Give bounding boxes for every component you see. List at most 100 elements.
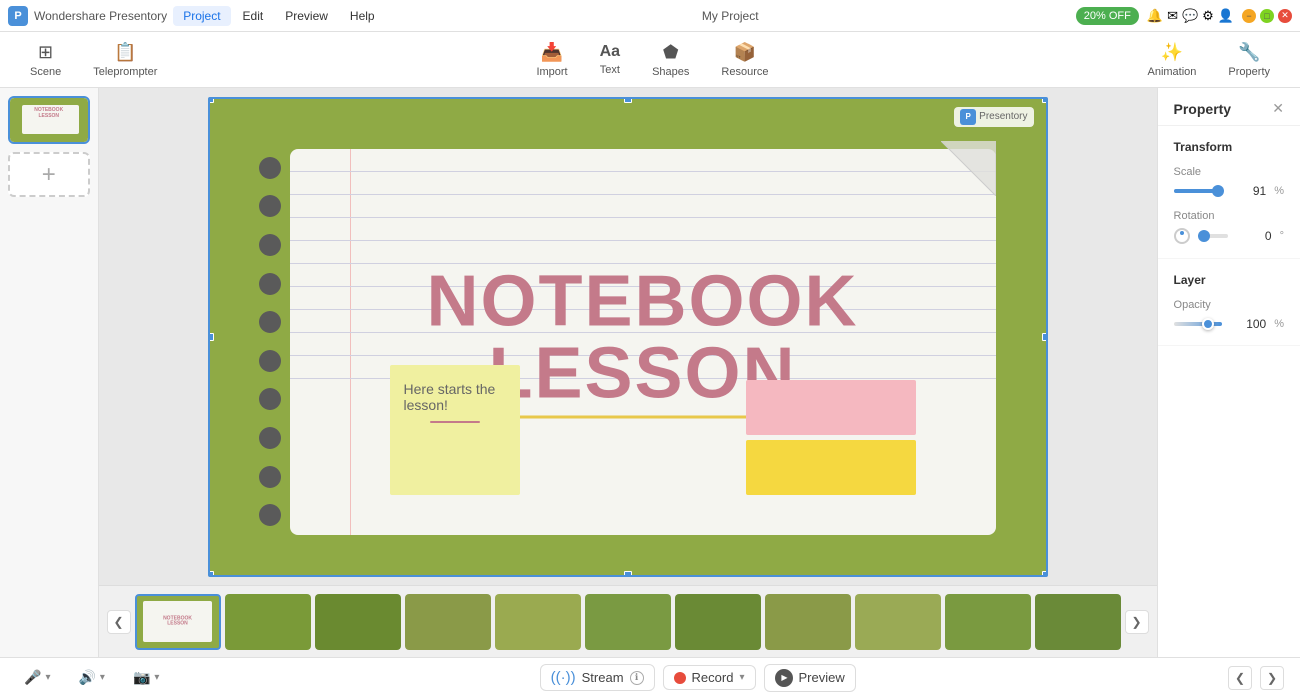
shapes-label: Shapes: [652, 66, 689, 78]
rotation-thumb[interactable]: [1198, 230, 1210, 242]
stream-button[interactable]: ((·)) Stream ℹ: [540, 664, 655, 691]
handle-bot-mid[interactable]: [624, 571, 632, 577]
spiral-hole: [259, 427, 281, 449]
canvas-wrapper[interactable]: NOTEBOOK LESSON Here starts the lesson!: [99, 88, 1157, 585]
add-icon: +: [42, 161, 56, 189]
window-controls: − □ ✕: [1242, 9, 1292, 23]
scale-track[interactable]: [1174, 189, 1223, 193]
mic-button[interactable]: 🎤 ▾: [16, 665, 58, 690]
rotation-track[interactable]: [1198, 234, 1228, 238]
toolbar-property[interactable]: 🔧 Property: [1214, 36, 1284, 84]
handle-top-right[interactable]: [1042, 97, 1048, 103]
promo-badge: 20% OFF: [1076, 7, 1139, 25]
spiral-hole: [259, 350, 281, 372]
spiral-hole: [259, 273, 281, 295]
record-button[interactable]: Record ▾: [663, 665, 756, 690]
filmstrip-thumb-7[interactable]: [675, 594, 761, 650]
rotation-label: Rotation: [1174, 210, 1284, 222]
preview-button[interactable]: Preview: [764, 664, 856, 692]
scale-thumb[interactable]: [1212, 185, 1224, 197]
close-button[interactable]: ✕: [1278, 9, 1292, 23]
toolbar-text[interactable]: Aa Text: [586, 37, 634, 82]
opacity-thumb[interactable]: [1202, 318, 1214, 330]
filmstrip-thumb-9[interactable]: [855, 594, 941, 650]
menu-preview[interactable]: Preview: [275, 6, 338, 26]
stream-info-icon[interactable]: ℹ: [630, 671, 644, 685]
slide-panel: 1 NOTEBOOKLESSON +: [0, 88, 99, 657]
settings-icon[interactable]: ⚙: [1202, 8, 1214, 24]
opacity-track[interactable]: [1174, 322, 1223, 326]
spiral-hole: [259, 466, 281, 488]
notebook-paper: NOTEBOOK LESSON Here starts the lesson!: [290, 149, 996, 535]
panel-header: Property ✕: [1158, 88, 1300, 126]
title-bar-left: P Wondershare Presentory Project Edit Pr…: [8, 6, 385, 26]
filmstrip-thumb-1[interactable]: NOTEBOOKLESSON: [135, 594, 221, 650]
menu-project[interactable]: Project: [173, 6, 230, 26]
handle-bot-left[interactable]: [208, 571, 214, 577]
handle-top-left[interactable]: [208, 97, 214, 103]
handle-top-mid[interactable]: [624, 97, 632, 103]
filmstrip-thumb-10[interactable]: [945, 594, 1031, 650]
add-slide-button[interactable]: +: [8, 152, 90, 198]
handle-bot-right[interactable]: [1042, 571, 1048, 577]
property-icon: 🔧: [1238, 42, 1260, 63]
slide-preview-1: 1 NOTEBOOKLESSON: [10, 98, 88, 142]
nav-prev-button[interactable]: ❮: [1228, 666, 1252, 690]
filmstrip-thumb-11[interactable]: [1035, 594, 1121, 650]
main-canvas[interactable]: NOTEBOOK LESSON Here starts the lesson!: [208, 97, 1048, 577]
opacity-value[interactable]: [1230, 317, 1266, 331]
handle-mid-right[interactable]: [1042, 333, 1048, 341]
stream-label: Stream: [582, 670, 624, 685]
speaker-button[interactable]: 🔊 ▾: [70, 665, 112, 690]
toolbar-animation[interactable]: ✨ Animation: [1134, 36, 1211, 84]
spiral-holes: [250, 149, 290, 535]
toolbar-scene[interactable]: ⊞ Scene: [16, 36, 75, 84]
text-icon: Aa: [600, 43, 620, 61]
account-icon[interactable]: 👤: [1218, 8, 1234, 24]
toolbar-import[interactable]: 📥 Import: [522, 36, 581, 84]
camera-icon: 📷: [133, 669, 150, 686]
handle-mid-left[interactable]: [208, 333, 214, 341]
filmstrip-next[interactable]: ❯: [1125, 610, 1149, 634]
record-label: Record: [692, 670, 734, 685]
menu-edit[interactable]: Edit: [233, 6, 274, 26]
slide-thumb-1[interactable]: 1 NOTEBOOKLESSON: [8, 96, 90, 144]
minimize-button[interactable]: −: [1242, 9, 1256, 23]
app-name: Wondershare Presentory: [34, 9, 167, 23]
toolbar-shapes[interactable]: ⬟ Shapes: [638, 36, 703, 84]
notifications-icon[interactable]: 🔔: [1147, 8, 1163, 24]
rotation-dial[interactable]: [1174, 228, 1190, 244]
sticky-text: Here starts the lesson!: [404, 381, 496, 413]
mic-chevron: ▾: [45, 672, 50, 683]
filmstrip-thumb-8[interactable]: [765, 594, 851, 650]
filmstrip-thumb-2[interactable]: [225, 594, 311, 650]
animation-icon: ✨: [1161, 42, 1183, 63]
filmstrip-thumb-4[interactable]: [405, 594, 491, 650]
camera-button[interactable]: 📷 ▾: [125, 665, 167, 690]
panel-close-button[interactable]: ✕: [1272, 100, 1284, 117]
chat-icon[interactable]: 💬: [1182, 8, 1198, 24]
scale-value[interactable]: [1230, 184, 1266, 198]
toolbar-resource[interactable]: 📦 Resource: [707, 36, 782, 84]
menu-help[interactable]: Help: [340, 6, 385, 26]
teleprompter-label: Teleprompter: [93, 66, 157, 78]
resource-label: Resource: [721, 66, 768, 78]
opacity-label: Opacity: [1174, 299, 1284, 311]
toolbar-center: 📥 Import Aa Text ⬟ Shapes 📦 Resource: [522, 36, 782, 84]
filmstrip-thumb-6[interactable]: [585, 594, 671, 650]
sticky-note-pink: [746, 380, 916, 435]
property-label: Property: [1228, 66, 1270, 78]
spiral-hole: [259, 504, 281, 526]
rotation-indicator: [1180, 231, 1184, 235]
speaker-chevron: ▾: [100, 672, 105, 683]
maximize-button[interactable]: □: [1260, 9, 1274, 23]
toolbar-teleprompter[interactable]: 📋 Teleprompter: [79, 36, 171, 84]
record-dot-icon: [674, 672, 686, 684]
rotation-value[interactable]: [1236, 229, 1272, 243]
messages-icon[interactable]: ✉: [1167, 8, 1178, 24]
filmstrip-prev[interactable]: ❮: [107, 610, 131, 634]
filmstrip-thumb-3[interactable]: [315, 594, 401, 650]
nav-next-button[interactable]: ❯: [1260, 666, 1284, 690]
scene-label: Scene: [30, 66, 61, 78]
filmstrip-thumb-5[interactable]: [495, 594, 581, 650]
